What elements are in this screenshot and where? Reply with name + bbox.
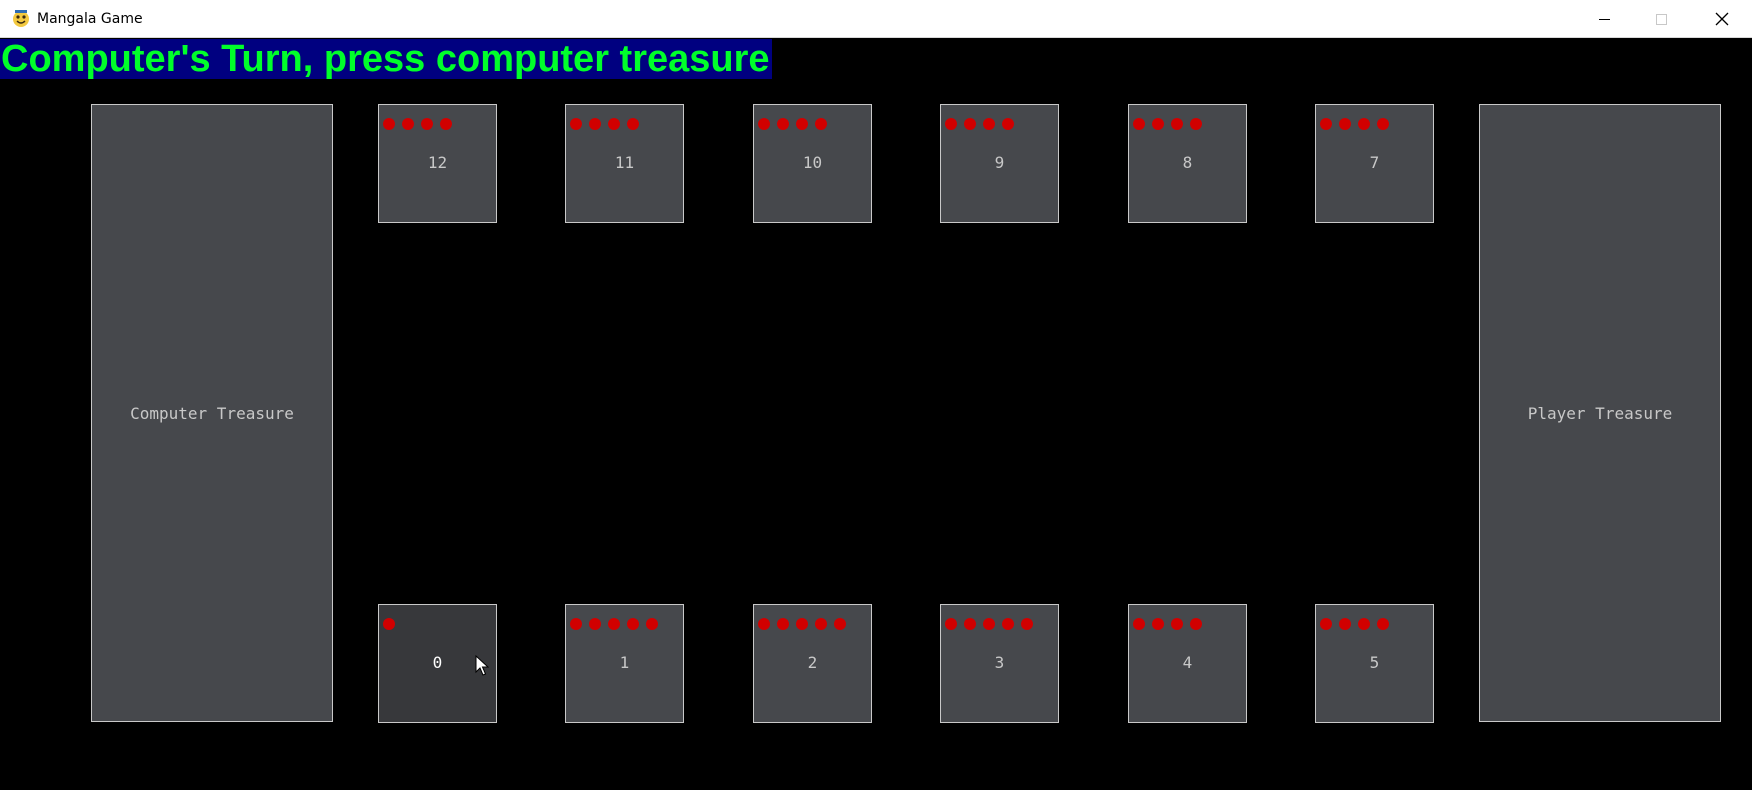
stone [440,118,452,130]
pit-number: 5 [1369,653,1380,672]
pit-number: 11 [614,153,635,172]
stone-group [1320,118,1389,130]
stone [589,618,601,630]
stone-group [383,118,452,130]
pit-2[interactable]: 2 [753,604,872,723]
pit-5[interactable]: 5 [1315,604,1434,723]
stone [570,618,582,630]
stone [815,618,827,630]
status-message: Computer's Turn, press computer treasure [0,38,772,80]
stone [1002,618,1014,630]
player-treasure-label: Player Treasure [1527,403,1673,423]
stone [1021,618,1033,630]
stone [570,118,582,130]
stone [1171,118,1183,130]
stone [402,118,414,130]
stone-group [1133,118,1202,130]
computer-treasure-label: Computer Treasure [130,403,294,423]
pit-1[interactable]: 1 [565,604,684,723]
minimize-button[interactable] [1576,0,1633,38]
close-icon [1715,12,1729,26]
stone [1320,118,1332,130]
pit-7[interactable]: 7 [1315,104,1434,223]
stone [589,118,601,130]
stone [983,618,995,630]
close-button[interactable] [1692,0,1752,38]
pit-number: 3 [994,653,1005,672]
stone [1377,618,1389,630]
pit-9[interactable]: 9 [940,104,1059,223]
pit-4[interactable]: 4 [1128,604,1247,723]
mouse-cursor-icon [475,655,489,676]
stone [1171,618,1183,630]
stone [646,618,658,630]
stone-group [570,118,639,130]
pit-3[interactable]: 3 [940,604,1059,723]
stone [758,618,770,630]
stone [1320,618,1332,630]
stone [627,118,639,130]
stone-group [758,618,846,630]
pit-number: 2 [807,653,818,672]
pit-number: 8 [1182,153,1193,172]
stone [383,618,395,630]
stone [1152,118,1164,130]
stone [1133,618,1145,630]
pit-10[interactable]: 10 [753,104,872,223]
game-board: Computer's Turn, press computer treasure… [0,38,1752,790]
stone [796,618,808,630]
stone-group [383,618,395,630]
maximize-icon [1656,13,1667,25]
stone [1358,118,1370,130]
stone-group [758,118,827,130]
stone [945,118,957,130]
pit-number: 4 [1182,653,1193,672]
pit-number: 1 [619,653,630,672]
stone [777,618,789,630]
stone [815,118,827,130]
computer-treasure[interactable]: Computer Treasure [91,104,333,722]
stone [964,118,976,130]
stone-group [1320,618,1389,630]
stone [1358,618,1370,630]
stone-group [1133,618,1202,630]
pit-8[interactable]: 8 [1128,104,1247,223]
stone [608,618,620,630]
stone [1190,618,1202,630]
stone [964,618,976,630]
player-treasure[interactable]: Player Treasure [1479,104,1721,722]
pygame-icon [13,10,29,27]
window-title: Mangala Game [37,11,143,27]
maximize-button[interactable] [1633,0,1690,38]
stone [1339,118,1351,130]
pit-number: 7 [1369,153,1380,172]
stone-group [570,618,658,630]
stone [834,618,846,630]
stone [796,118,808,130]
stone [983,118,995,130]
stone [1152,618,1164,630]
stone [945,618,957,630]
minimize-icon [1599,18,1610,20]
pit-number: 12 [427,153,448,172]
stone [1339,618,1351,630]
stone [421,118,433,130]
pit-number: 10 [802,153,823,172]
stone [758,118,770,130]
stone [1190,118,1202,130]
pit-11[interactable]: 11 [565,104,684,223]
stone [383,118,395,130]
stone [777,118,789,130]
stone-group [945,118,1014,130]
stone [1377,118,1389,130]
stone [1133,118,1145,130]
pit-number: 9 [994,153,1005,172]
pit-12[interactable]: 12 [378,104,497,223]
stone-group [945,618,1033,630]
stone [1002,118,1014,130]
stone [627,618,639,630]
title-bar: Mangala Game [0,0,1752,38]
stone [608,118,620,130]
